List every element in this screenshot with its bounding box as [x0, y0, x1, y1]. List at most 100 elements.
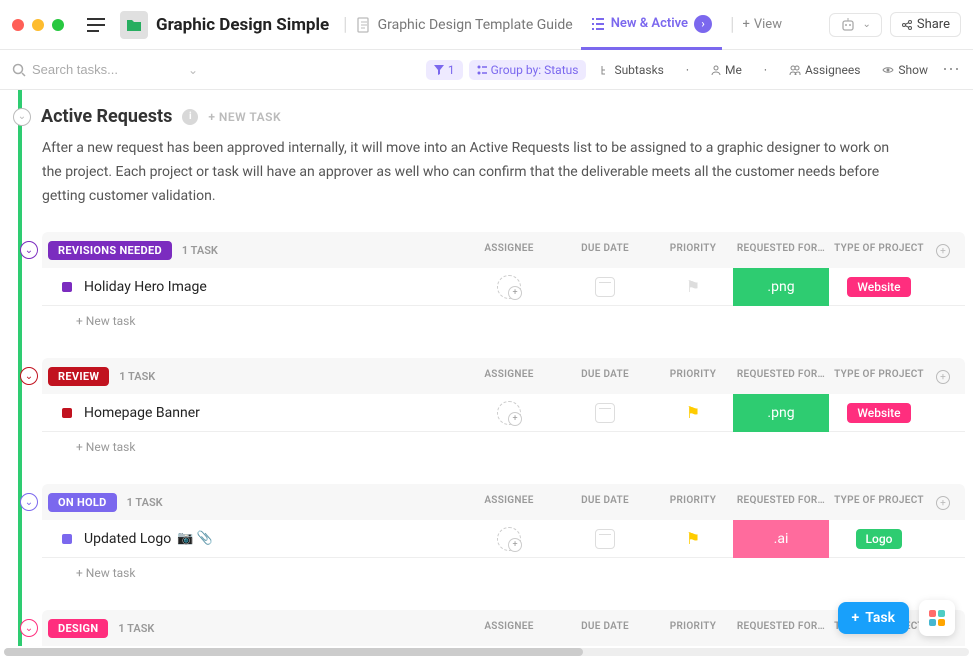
task-row[interactable]: Updated Logo 📷 📎 ⚑ .ai Logo	[42, 520, 965, 558]
status-badge[interactable]: DESIGN	[48, 619, 108, 638]
close-window-icon[interactable]	[12, 19, 24, 31]
col-format[interactable]: REQUESTED FOR…	[733, 369, 829, 385]
space-folder-icon[interactable]	[120, 11, 148, 39]
show-label: Show	[898, 63, 928, 77]
task-title[interactable]: Homepage Banner	[84, 405, 200, 421]
status-square-icon[interactable]	[62, 282, 72, 292]
main-menu-button[interactable]	[80, 9, 112, 41]
col-priority[interactable]: PRIORITY	[653, 495, 733, 511]
active-tab[interactable]: New & Active ›	[581, 0, 722, 50]
space-title[interactable]: Graphic Design Simple	[156, 15, 329, 35]
col-assignee[interactable]: ASSIGNEE	[461, 621, 557, 637]
group-collapse-button[interactable]: ⌄	[20, 367, 38, 385]
col-type[interactable]: TYPE OF PROJECT	[829, 495, 929, 511]
automation-button[interactable]: ⌄	[829, 13, 881, 37]
info-icon[interactable]: i	[182, 109, 198, 125]
format-cell[interactable]: .png	[733, 268, 829, 306]
plus-icon: +	[852, 610, 860, 626]
add-column-button[interactable]: +	[929, 243, 957, 259]
assignee-cell[interactable]	[461, 394, 557, 432]
section-collapse-button[interactable]: ⌄	[13, 108, 31, 126]
task-row[interactable]: Homepage Banner ⚑ .png Website	[42, 394, 965, 432]
task-title[interactable]: Updated Logo	[84, 531, 171, 547]
assignee-cell[interactable]	[461, 520, 557, 558]
col-type[interactable]: TYPE OF PROJECT	[829, 369, 929, 385]
task-row[interactable]: Holiday Hero Image ⚑ .png Website	[42, 268, 965, 306]
col-priority[interactable]: PRIORITY	[653, 369, 733, 385]
task-columns: ⚑ .png Website	[461, 268, 957, 306]
new-task-row[interactable]: + New task	[42, 558, 965, 588]
search[interactable]: ⌄	[12, 62, 232, 77]
new-task-row[interactable]: + New task	[42, 432, 965, 462]
add-view-button[interactable]: + View	[742, 17, 782, 32]
template-guide-tab[interactable]: Graphic Design Template Guide	[356, 17, 573, 33]
filter-chip[interactable]: 1	[426, 60, 463, 80]
search-input[interactable]	[32, 62, 182, 77]
col-format[interactable]: REQUESTED FOR…	[733, 243, 829, 259]
due-date-cell[interactable]	[557, 268, 653, 306]
col-priority[interactable]: PRIORITY	[653, 243, 733, 259]
fab-task-label: Task	[865, 610, 895, 626]
col-assignee[interactable]: ASSIGNEE	[461, 243, 557, 259]
section-title[interactable]: Active Requests	[41, 106, 172, 127]
status-badge[interactable]: ON HOLD	[48, 493, 117, 512]
priority-cell[interactable]: ⚑	[653, 394, 733, 432]
due-date-cell[interactable]	[557, 394, 653, 432]
me-label: Me	[725, 63, 742, 77]
scrollbar-thumb[interactable]	[4, 648, 583, 656]
group-collapse-button[interactable]: ⌄	[20, 619, 38, 637]
subtasks-label: Subtasks	[614, 63, 663, 77]
apps-fab[interactable]	[919, 600, 955, 636]
attachments-icons[interactable]: 📷 📎	[177, 531, 213, 546]
type-cell[interactable]: Logo	[829, 520, 929, 558]
add-column-button[interactable]: +	[929, 369, 957, 385]
me-chip[interactable]: Me	[703, 60, 750, 80]
priority-cell[interactable]: ⚑	[653, 268, 733, 306]
group-header: ⌄ DESIGN 1 TASK ASSIGNEE DUE DATE PRIORI…	[42, 610, 965, 646]
floating-actions: + Task	[838, 600, 955, 636]
group-collapse-button[interactable]: ⌄	[20, 493, 38, 511]
new-task-fab[interactable]: + Task	[838, 602, 909, 634]
col-due-date[interactable]: DUE DATE	[557, 369, 653, 385]
col-format[interactable]: REQUESTED FOR…	[733, 495, 829, 511]
new-task-row[interactable]: + New task	[42, 306, 965, 336]
col-due-date[interactable]: DUE DATE	[557, 243, 653, 259]
col-format[interactable]: REQUESTED FOR…	[733, 621, 829, 637]
add-column-button[interactable]: +	[929, 495, 957, 511]
col-due-date[interactable]: DUE DATE	[557, 621, 653, 637]
col-priority[interactable]: PRIORITY	[653, 621, 733, 637]
assignee-cell[interactable]	[461, 268, 557, 306]
format-cell[interactable]: .ai	[733, 520, 829, 558]
status-badge[interactable]: REVIEW	[48, 367, 109, 386]
horizontal-scrollbar[interactable]	[4, 648, 969, 656]
more-options-button[interactable]: ⋯	[942, 59, 961, 80]
due-date-cell[interactable]	[557, 520, 653, 558]
new-task-button[interactable]: + NEW TASK	[208, 110, 281, 124]
tab-expand-icon[interactable]: ›	[694, 15, 712, 33]
status-square-icon[interactable]	[62, 534, 72, 544]
format-cell[interactable]: .png	[733, 394, 829, 432]
chevron-down-icon[interactable]: ⌄	[188, 63, 198, 77]
subtasks-chip[interactable]: Subtasks	[592, 60, 671, 80]
status-badge[interactable]: REVISIONS NEEDED	[48, 241, 172, 260]
show-chip[interactable]: Show	[874, 60, 936, 80]
minimize-window-icon[interactable]	[32, 19, 44, 31]
assignees-chip[interactable]: Assignees	[781, 60, 868, 80]
col-type[interactable]: TYPE OF PROJECT	[829, 243, 929, 259]
window-controls	[12, 19, 64, 31]
col-due-date[interactable]: DUE DATE	[557, 495, 653, 511]
type-cell[interactable]: Website	[829, 268, 929, 306]
column-headers: ASSIGNEE DUE DATE PRIORITY REQUESTED FOR…	[461, 243, 957, 259]
status-square-icon[interactable]	[62, 408, 72, 418]
groupby-chip[interactable]: Group by: Status	[469, 60, 587, 80]
col-assignee[interactable]: ASSIGNEE	[461, 369, 557, 385]
type-cell[interactable]: Website	[829, 394, 929, 432]
maximize-window-icon[interactable]	[52, 19, 64, 31]
share-button[interactable]: Share	[890, 12, 961, 37]
share-label: Share	[917, 17, 950, 32]
task-title[interactable]: Holiday Hero Image	[84, 279, 207, 295]
group-collapse-button[interactable]: ⌄	[20, 241, 38, 259]
priority-cell[interactable]: ⚑	[653, 520, 733, 558]
row-spacer	[929, 394, 957, 432]
col-assignee[interactable]: ASSIGNEE	[461, 495, 557, 511]
